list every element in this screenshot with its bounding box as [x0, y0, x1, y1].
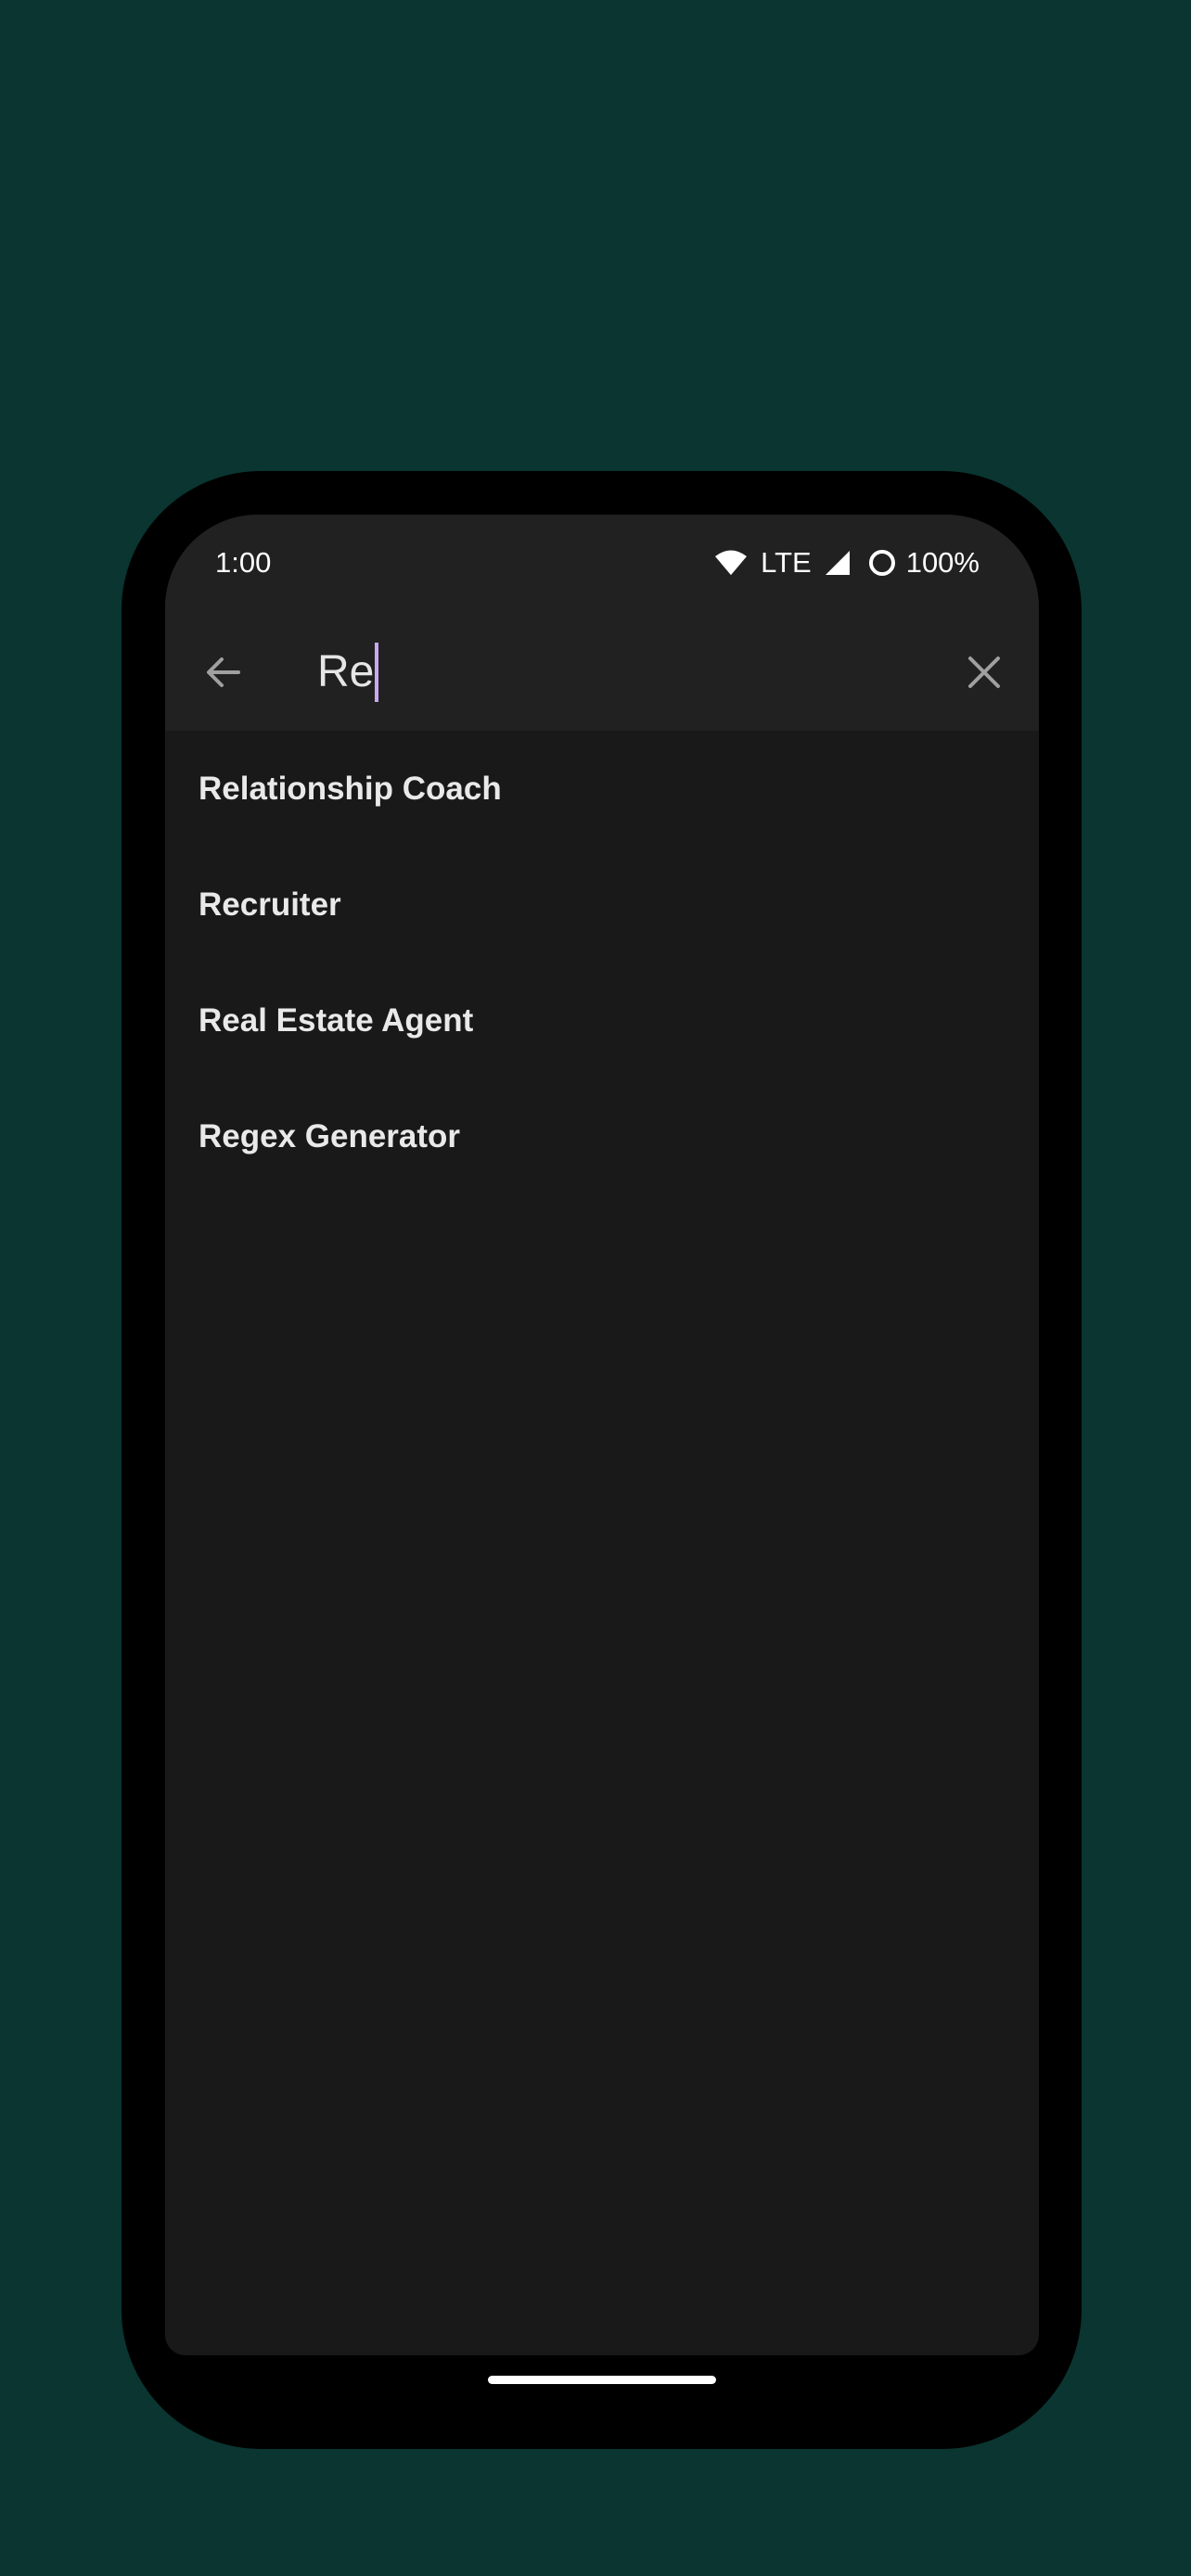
text-cursor	[375, 643, 379, 702]
battery-percent: 100%	[905, 546, 980, 579]
network-type: LTE	[761, 546, 812, 579]
arrow-back-icon	[207, 657, 240, 687]
close-icon	[968, 657, 1000, 688]
search-input[interactable]: Re	[317, 635, 892, 709]
status-time: 1:00	[215, 546, 272, 579]
result-label: Regex Generator	[198, 1117, 461, 1154]
status-bar: 1:00 LTE 100%	[165, 515, 1039, 611]
clear-search-button[interactable]	[954, 642, 1015, 703]
result-item[interactable]: Regex Generator	[165, 1078, 1039, 1194]
search-query: Re	[317, 647, 375, 696]
search-row: Re	[165, 622, 1039, 731]
phone-screen: 1:00 LTE 100% Re Relationship Coach Recr…	[165, 515, 1039, 2355]
battery-icon	[868, 550, 895, 576]
back-button[interactable]	[193, 642, 254, 703]
result-item[interactable]: Real Estate Agent	[165, 963, 1039, 1078]
search-header: 1:00 LTE 100% Re	[165, 515, 1039, 731]
signal-icon	[825, 551, 850, 575]
result-label: Real Estate Agent	[198, 1001, 474, 1039]
status-icons: LTE 100%	[714, 542, 980, 583]
result-label: Recruiter	[198, 886, 341, 923]
result-item[interactable]: Relationship Coach	[165, 731, 1039, 847]
home-indicator[interactable]	[488, 2376, 716, 2384]
wifi-icon	[715, 550, 748, 575]
result-item[interactable]: Recruiter	[165, 847, 1039, 963]
search-results: Relationship Coach Recruiter Real Estate…	[165, 731, 1039, 1194]
result-label: Relationship Coach	[198, 770, 502, 807]
